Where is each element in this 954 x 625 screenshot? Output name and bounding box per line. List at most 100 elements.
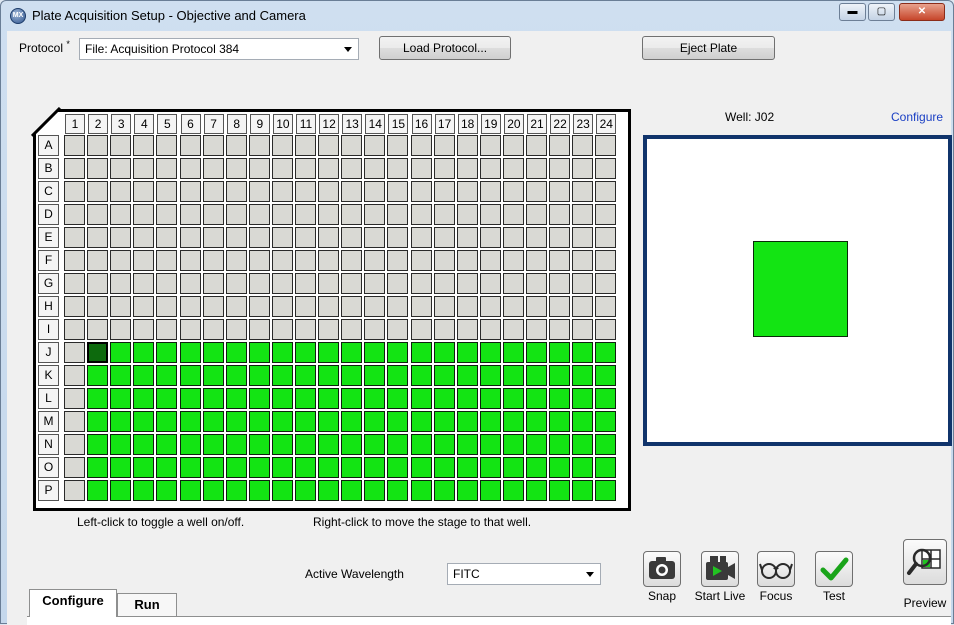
- well-I06[interactable]: [179, 319, 201, 340]
- well-P18[interactable]: [456, 480, 478, 501]
- well-K07[interactable]: [202, 365, 224, 386]
- well-B04[interactable]: [133, 158, 155, 179]
- well-K21[interactable]: [526, 365, 547, 386]
- well-H09[interactable]: [248, 296, 270, 317]
- well-G12[interactable]: [318, 273, 340, 294]
- well-D19[interactable]: [479, 204, 501, 225]
- well-K05[interactable]: [156, 365, 178, 386]
- well-L23[interactable]: [572, 388, 594, 409]
- well-N05[interactable]: [156, 434, 178, 455]
- well-A04[interactable]: [133, 135, 155, 156]
- well-H07[interactable]: [202, 296, 224, 317]
- well-G11[interactable]: [295, 273, 316, 294]
- well-E03[interactable]: [110, 227, 132, 248]
- well-D09[interactable]: [248, 204, 270, 225]
- well-D23[interactable]: [572, 204, 594, 225]
- well-P09[interactable]: [248, 480, 270, 501]
- well-P23[interactable]: [572, 480, 594, 501]
- well-C01[interactable]: [64, 181, 85, 202]
- well-G14[interactable]: [364, 273, 386, 294]
- well-E07[interactable]: [202, 227, 224, 248]
- well-A24[interactable]: [595, 135, 617, 156]
- well-E17[interactable]: [433, 227, 455, 248]
- well-A14[interactable]: [364, 135, 386, 156]
- well-C20[interactable]: [502, 181, 524, 202]
- well-E09[interactable]: [248, 227, 270, 248]
- well-O09[interactable]: [248, 457, 270, 478]
- column-header-17[interactable]: 17: [434, 114, 455, 134]
- well-I21[interactable]: [526, 319, 547, 340]
- well-D11[interactable]: [295, 204, 316, 225]
- well-J15[interactable]: [387, 342, 409, 363]
- well-O11[interactable]: [295, 457, 316, 478]
- well-E12[interactable]: [318, 227, 340, 248]
- well-K24[interactable]: [595, 365, 617, 386]
- column-header-23[interactable]: 23: [573, 114, 594, 134]
- well-J06[interactable]: [179, 342, 201, 363]
- well-C24[interactable]: [595, 181, 617, 202]
- well-H23[interactable]: [572, 296, 594, 317]
- well-F01[interactable]: [64, 250, 85, 271]
- well-A16[interactable]: [410, 135, 432, 156]
- well-P17[interactable]: [433, 480, 455, 501]
- well-D07[interactable]: [202, 204, 224, 225]
- well-F02[interactable]: [87, 250, 109, 271]
- well-L22[interactable]: [549, 388, 571, 409]
- well-B08[interactable]: [225, 158, 247, 179]
- well-B21[interactable]: [526, 158, 547, 179]
- well-G24[interactable]: [595, 273, 617, 294]
- well-O16[interactable]: [410, 457, 432, 478]
- load-protocol-button[interactable]: Load Protocol...: [379, 36, 511, 60]
- well-G07[interactable]: [202, 273, 224, 294]
- well-N17[interactable]: [433, 434, 455, 455]
- well-O20[interactable]: [502, 457, 524, 478]
- well-K10[interactable]: [271, 365, 293, 386]
- row-header-G[interactable]: G: [38, 273, 59, 294]
- well-J17[interactable]: [433, 342, 455, 363]
- well-P16[interactable]: [410, 480, 432, 501]
- well-F16[interactable]: [410, 250, 432, 271]
- well-B16[interactable]: [410, 158, 432, 179]
- well-L18[interactable]: [456, 388, 478, 409]
- protocol-select[interactable]: File: Acquisition Protocol 384: [79, 38, 359, 60]
- well-G23[interactable]: [572, 273, 594, 294]
- well-H08[interactable]: [225, 296, 247, 317]
- well-L10[interactable]: [271, 388, 293, 409]
- well-H15[interactable]: [387, 296, 409, 317]
- well-N02[interactable]: [87, 434, 109, 455]
- well-H03[interactable]: [110, 296, 132, 317]
- close-button[interactable]: ✕: [899, 3, 945, 21]
- well-A11[interactable]: [295, 135, 316, 156]
- well-N23[interactable]: [572, 434, 594, 455]
- well-A09[interactable]: [248, 135, 270, 156]
- well-K23[interactable]: [572, 365, 594, 386]
- well-N04[interactable]: [133, 434, 155, 455]
- well-N14[interactable]: [364, 434, 386, 455]
- well-I15[interactable]: [387, 319, 409, 340]
- well-N22[interactable]: [549, 434, 571, 455]
- well-C14[interactable]: [364, 181, 386, 202]
- well-F20[interactable]: [502, 250, 524, 271]
- column-header-18[interactable]: 18: [457, 114, 478, 134]
- well-L14[interactable]: [364, 388, 386, 409]
- test-button[interactable]: [815, 551, 853, 587]
- well-G19[interactable]: [479, 273, 501, 294]
- column-header-1[interactable]: 1: [65, 114, 85, 134]
- well-M21[interactable]: [526, 411, 547, 432]
- well-D16[interactable]: [410, 204, 432, 225]
- row-header-A[interactable]: A: [38, 135, 59, 156]
- well-K20[interactable]: [502, 365, 524, 386]
- well-A21[interactable]: [526, 135, 547, 156]
- well-O02[interactable]: [87, 457, 109, 478]
- well-D08[interactable]: [225, 204, 247, 225]
- well-H16[interactable]: [410, 296, 432, 317]
- well-G18[interactable]: [456, 273, 478, 294]
- column-header-10[interactable]: 10: [272, 114, 293, 134]
- well-P19[interactable]: [479, 480, 501, 501]
- well-G04[interactable]: [133, 273, 155, 294]
- well-B01[interactable]: [64, 158, 85, 179]
- well-N15[interactable]: [387, 434, 409, 455]
- row-header-B[interactable]: B: [38, 158, 59, 179]
- well-K06[interactable]: [179, 365, 201, 386]
- well-F11[interactable]: [295, 250, 316, 271]
